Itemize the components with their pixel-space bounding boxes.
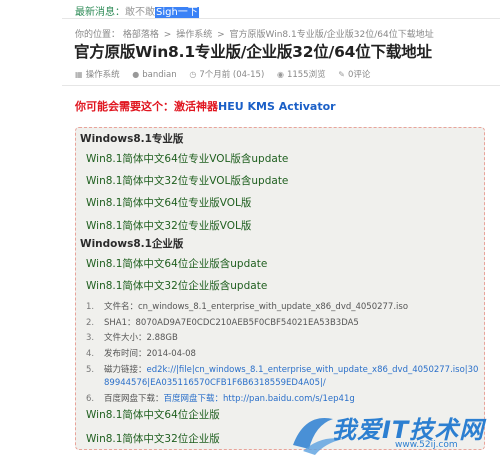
watermark-url: www.52ij.com [395,440,458,450]
promo-link[interactable]: HEU KMS Activator [218,100,336,113]
list-item: 5. 磁力链接：ed2k://|file|cn_windows_8.1_enter… [86,362,481,392]
download-link[interactable]: Win8.1简体中文32位专业版VOL版 [86,218,251,233]
clock-icon: ◷ [189,70,197,79]
baidu-pan-link[interactable]: 百度网盘下载：http://pan.baidu.com/s/1ep41g [164,394,355,404]
list-item: 3. 文件大小：2.88GB [86,331,481,347]
comment-icon: ✎ [338,70,345,79]
meta-views-label: 1155浏览 [286,70,326,80]
meta-author[interactable]: ● bandian [132,70,176,80]
notice-highlight[interactable]: Sigh一下 [155,7,199,18]
download-link[interactable]: Win8.1简体中文64位企业版含update [86,256,267,271]
breadcrumb-separator: > [217,30,225,40]
breadcrumb-item-current: 官方原版Win8.1专业版/企业版32位/64位下载地址 [229,30,434,40]
detail-text: SHA1：8070AD9A7E0CDC210AEB5F0CBF54021EA53… [104,317,359,328]
user-icon: ● [132,70,140,79]
detail-text: 文件大小：2.88GB [104,333,178,343]
meta-author-label: bandian [142,70,177,80]
section-heading: Windows8.1专业版 [80,133,184,145]
detail-text: 百度网盘下载： [104,394,164,404]
meta-views: ◉ 1155浏览 [277,70,326,80]
download-link[interactable]: Win8.1简体中文64位企业版 [86,407,220,422]
list-item: 4. 发布时间：2014-04-08 [86,347,481,363]
notice-text[interactable]: 敢不敢 [125,7,155,18]
meta-time: ◷ 7个月前 (04-15) [189,70,264,80]
left-gutter [0,0,62,460]
list-item: 2. SHA1：8070AD9A7E0CDC210AEB5F0CBF54021EA… [86,316,481,332]
section-heading: Windows8.1企业版 [80,238,184,250]
ed2k-link[interactable]: ed2k://|file|cn_windows_8.1_enterprise_w… [104,365,478,388]
download-link[interactable]: Win8.1简体中文32位专业VOL版含update [86,173,288,188]
list-number: 2. [86,317,95,328]
divider [62,18,500,19]
folder-icon: ▦ [75,70,83,79]
meta-time-label: 7个月前 (04-15) [199,70,265,80]
notice-label: 最新消息： [75,7,125,18]
detail-text: 磁力链接： [104,365,147,375]
divider [62,85,500,86]
breadcrumb-item-home[interactable]: 格部落格 [123,30,159,40]
meta-comments-label: 0评论 [348,70,371,80]
download-link[interactable]: Win8.1简体中文64位专业VOL版含update [86,151,288,166]
promo-line: 你可能会需要这个：激活神器HEU KMS Activator [75,98,336,114]
breadcrumb-separator: > [163,30,172,40]
download-link[interactable]: Win8.1简体中文32位企业版 [86,431,220,446]
list-number: 1. [86,302,95,312]
download-link[interactable]: Win8.1简体中文64位专业版VOL版 [86,195,251,210]
list-number: 6. [86,394,95,404]
list-number: 4. [86,348,95,359]
detail-text: 文件名：cn_windows_8.1_enterprise_with_updat… [104,302,409,312]
list-number: 5. [86,365,95,375]
meta-comments[interactable]: ✎ 0评论 [338,70,370,80]
page-title: 官方原版Win8.1专业版/企业版32位/64位下载地址 [74,43,432,61]
detail-text: 发布时间：2014-04-08 [104,348,196,359]
post-meta: ▦ 操作系统 ● bandian ◷ 7个月前 (04-15) ◉ 1155浏览 ✎ 0评… [75,68,380,80]
file-details-list: 1. 文件名：cn_windows_8.1_enterprise_with_upd… [86,300,481,408]
list-item: 1. 文件名：cn_windows_8.1_enterprise_with_upd… [86,300,481,316]
download-link[interactable]: Win8.1简体中文32位企业版含update [86,278,267,293]
latest-news-ticker[interactable]: 最新消息：敢不敢Sigh一下 [75,3,199,18]
eye-icon: ◉ [276,70,284,79]
breadcrumb: 你的位置： 格部落格 > 操作系统 > 官方原版Win8.1专业版/企业版32位… [75,27,434,40]
breadcrumb-prefix: 你的位置： [75,30,121,40]
list-number: 3. [86,333,95,343]
meta-category-label: 操作系统 [85,70,120,80]
promo-text: 你可能会需要这个：激活神器 [75,100,218,113]
breadcrumb-item-category[interactable]: 操作系统 [176,30,212,40]
meta-category[interactable]: ▦ 操作系统 [75,70,120,80]
